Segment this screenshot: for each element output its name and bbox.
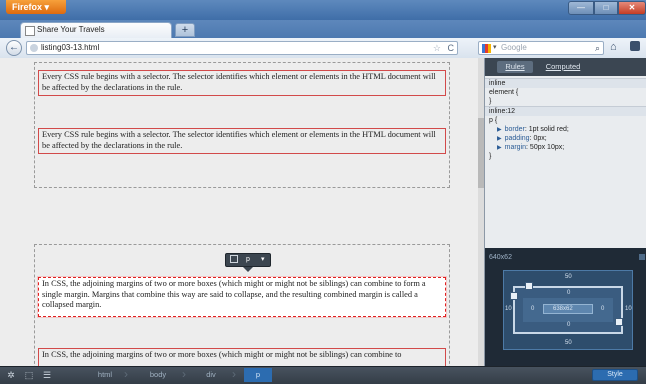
infobar-tag: p xyxy=(246,256,250,263)
element-dimensions: 640x62 xyxy=(489,254,512,261)
margin-left-value: 10 xyxy=(505,306,512,312)
minimize-button[interactable]: — xyxy=(568,1,594,15)
property-value[interactable]: 50px 10px; xyxy=(530,144,564,151)
markup-view-icon[interactable]: ☰ xyxy=(42,370,52,380)
devtools-toolbar: ✲ ⬚ ☰ html › body › div › p Style xyxy=(0,366,646,384)
property-border[interactable]: ▶ border: 1pt solid red; xyxy=(485,125,646,134)
rule-source-inline[interactable]: inline xyxy=(485,78,646,88)
breadcrumb-separator: › xyxy=(124,367,128,381)
property-name[interactable]: padding xyxy=(505,135,530,142)
border-top-handle[interactable] xyxy=(525,282,533,290)
bookmarks-icon[interactable] xyxy=(630,41,640,51)
search-engine-dropdown-icon[interactable]: ▾ xyxy=(493,42,497,54)
inspect-icon[interactable]: ⬚ xyxy=(24,370,34,380)
expand-arrow-icon[interactable]: ▶ xyxy=(497,127,502,133)
bookmark-star-icon[interactable]: ☆ xyxy=(433,42,441,54)
page-icon xyxy=(25,26,35,36)
infobar-menu-icon[interactable]: ▾ xyxy=(261,254,265,266)
new-tab-button[interactable]: + xyxy=(175,23,195,37)
paragraph-selected[interactable]: In CSS, the adjoining margins of two or … xyxy=(37,276,447,318)
search-placeholder: Google xyxy=(501,43,527,52)
padding-right-value: 0 xyxy=(601,306,605,312)
rule-close: } xyxy=(489,153,492,160)
paragraph-4: In CSS, the adjoining margins of two or … xyxy=(38,348,446,366)
property-name[interactable]: margin xyxy=(505,144,526,151)
rules-list: inline element { } inline:12 p { ▶ border… xyxy=(485,78,646,161)
home-icon[interactable]: ⌂ xyxy=(610,41,617,53)
url-text: listing03-13.html xyxy=(41,43,100,52)
property-margin[interactable]: ▶ margin: 50px 10px; xyxy=(485,143,646,152)
style-panel-tabs: Rules Computed xyxy=(485,58,646,76)
rule-selector-p: p { xyxy=(489,117,498,124)
gear-icon[interactable]: ✲ xyxy=(6,370,16,380)
tab-rules[interactable]: Rules xyxy=(497,61,533,73)
window-titlebar: Firefox ▾ — □ ✕ xyxy=(0,0,646,20)
margin-top-value: 50 xyxy=(565,274,572,280)
property-name[interactable]: border xyxy=(505,126,525,133)
reload-icon[interactable]: C xyxy=(448,42,455,54)
inspector-infobar[interactable]: p ▾ xyxy=(225,253,271,267)
padding-bottom-value: 0 xyxy=(567,322,571,328)
padding-left-value: 0 xyxy=(531,306,535,312)
back-button[interactable]: ← xyxy=(6,40,22,56)
tab-share-your-travels[interactable]: Share Your Travels xyxy=(20,22,172,38)
close-window-button[interactable]: ✕ xyxy=(618,1,646,15)
padding-top-value: 0 xyxy=(567,290,571,296)
navigation-toolbar: ← listing03-13.html ☆ C ▾ Google ⌕ ⌂ xyxy=(0,38,646,59)
infobar-pointer xyxy=(243,267,253,272)
border-right-handle[interactable] xyxy=(615,318,623,326)
tab-title: Share Your Travels xyxy=(37,25,105,34)
expand-arrow-icon[interactable]: ▶ xyxy=(497,136,502,142)
expand-arrow-icon[interactable]: ▶ xyxy=(497,145,502,151)
property-padding[interactable]: ▶ padding: 0px; xyxy=(485,134,646,143)
tab-strip: Share Your Travels + xyxy=(0,20,646,38)
firefox-menu-button[interactable]: Firefox ▾ xyxy=(6,0,66,14)
url-bar[interactable]: listing03-13.html ☆ C xyxy=(26,41,458,55)
breadcrumb-html[interactable]: html xyxy=(90,368,120,382)
google-icon[interactable] xyxy=(482,44,491,53)
property-value[interactable]: 1pt solid red; xyxy=(529,126,569,133)
breadcrumb-separator: › xyxy=(182,367,186,381)
rule-close: } xyxy=(489,98,492,105)
margin-right-value: 10 xyxy=(625,306,632,312)
search-bar[interactable]: ▾ Google ⌕ xyxy=(478,41,604,55)
rule-source-link[interactable]: inline:12 xyxy=(485,106,646,116)
layout-toggle-icon[interactable] xyxy=(639,254,645,260)
rule-selector-element: element { xyxy=(489,89,519,96)
margin-bottom-value: 50 xyxy=(565,340,572,346)
border-left-handle[interactable] xyxy=(510,292,518,300)
page-content: Every CSS rule begins with a selector. T… xyxy=(0,58,482,366)
property-value[interactable]: 0px; xyxy=(533,135,546,142)
content-size-value: 638x62 xyxy=(553,306,573,312)
style-button[interactable]: Style xyxy=(592,369,638,381)
breadcrumb-p[interactable]: p xyxy=(244,368,272,382)
tab-computed[interactable]: Computed xyxy=(541,61,585,73)
breadcrumb-body[interactable]: body xyxy=(140,368,176,382)
breadcrumb-separator: › xyxy=(232,367,236,381)
paragraph-1: Every CSS rule begins with a selector. T… xyxy=(38,70,446,96)
layout-view: 640x62 50 50 10 10 0 0 0 0 638x62 xyxy=(484,248,646,366)
style-sidebar: Rules Computed inline element { } inline… xyxy=(484,58,646,248)
site-identity-icon[interactable] xyxy=(30,44,38,52)
search-icon[interactable]: ⌕ xyxy=(595,42,600,54)
breadcrumb-div[interactable]: div xyxy=(196,368,226,382)
maximize-button[interactable]: □ xyxy=(594,1,618,15)
paragraph-2: Every CSS rule begins with a selector. T… xyxy=(38,128,446,154)
pick-element-icon[interactable] xyxy=(230,255,238,263)
